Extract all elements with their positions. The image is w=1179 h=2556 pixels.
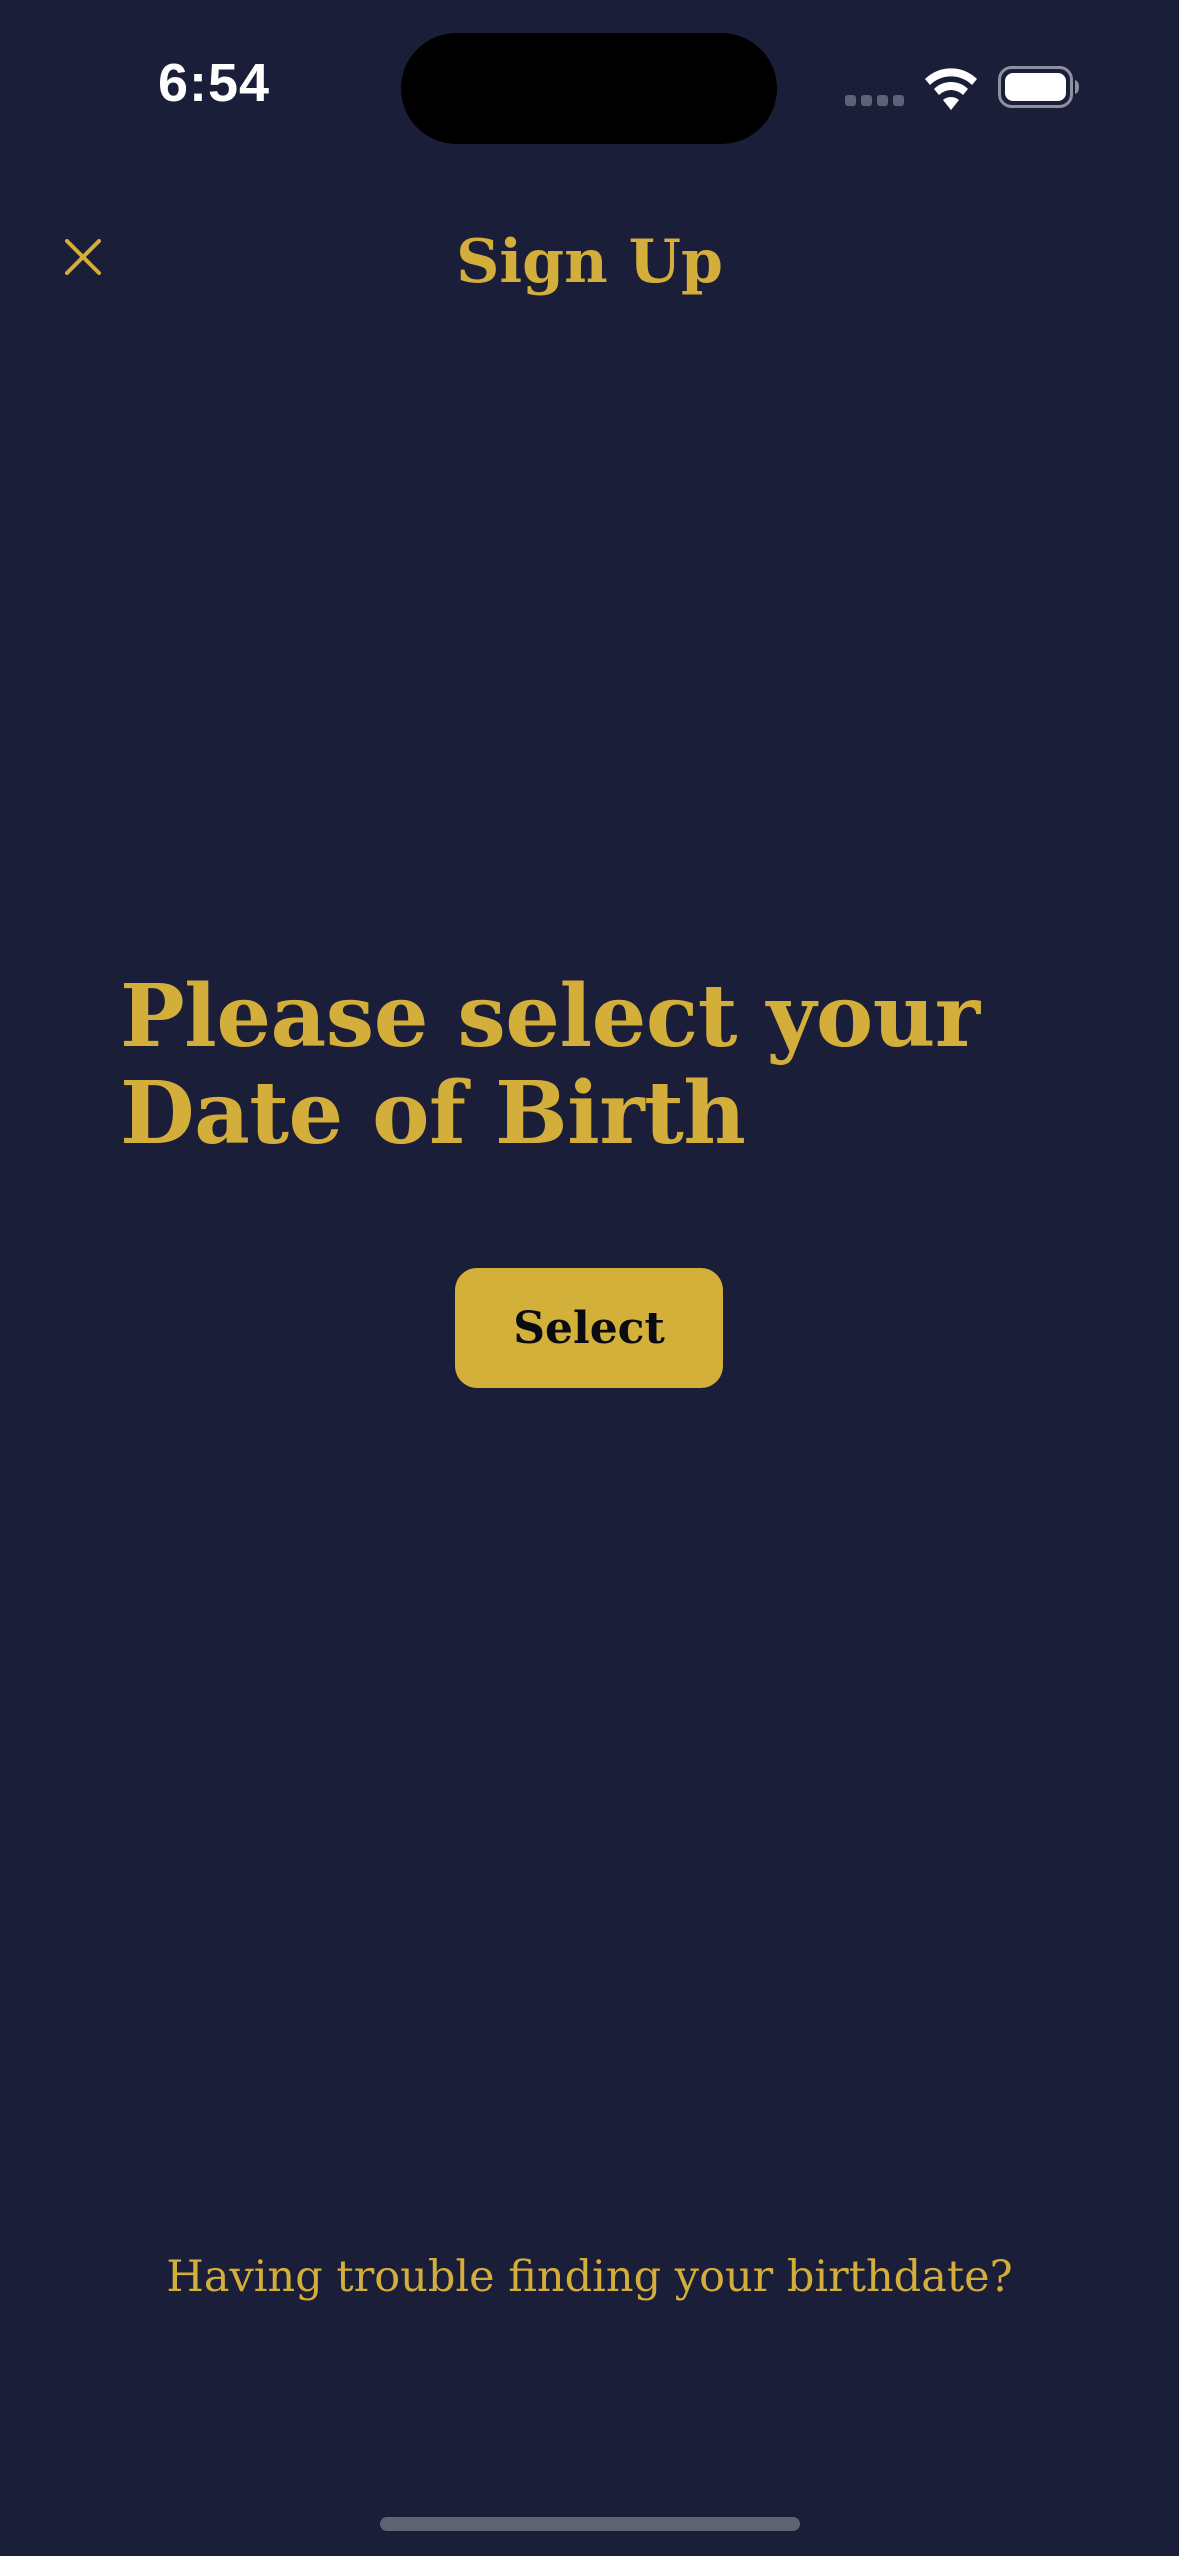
dynamic-island: [401, 33, 777, 144]
battery-icon: [998, 66, 1079, 108]
home-indicator: [380, 2517, 800, 2531]
dob-prompt-heading: Please select your Date of Birth: [120, 966, 980, 1164]
select-date-button[interactable]: Select: [455, 1268, 723, 1388]
page-title: Sign Up: [456, 227, 723, 297]
wifi-icon: [925, 68, 977, 110]
birthdate-help-link[interactable]: Having trouble finding your birthdate?: [0, 2244, 1179, 2310]
cellular-signal-icon: [845, 95, 905, 109]
status-bar: 6:54: [0, 0, 1179, 180]
status-time: 6:54: [158, 53, 271, 113]
